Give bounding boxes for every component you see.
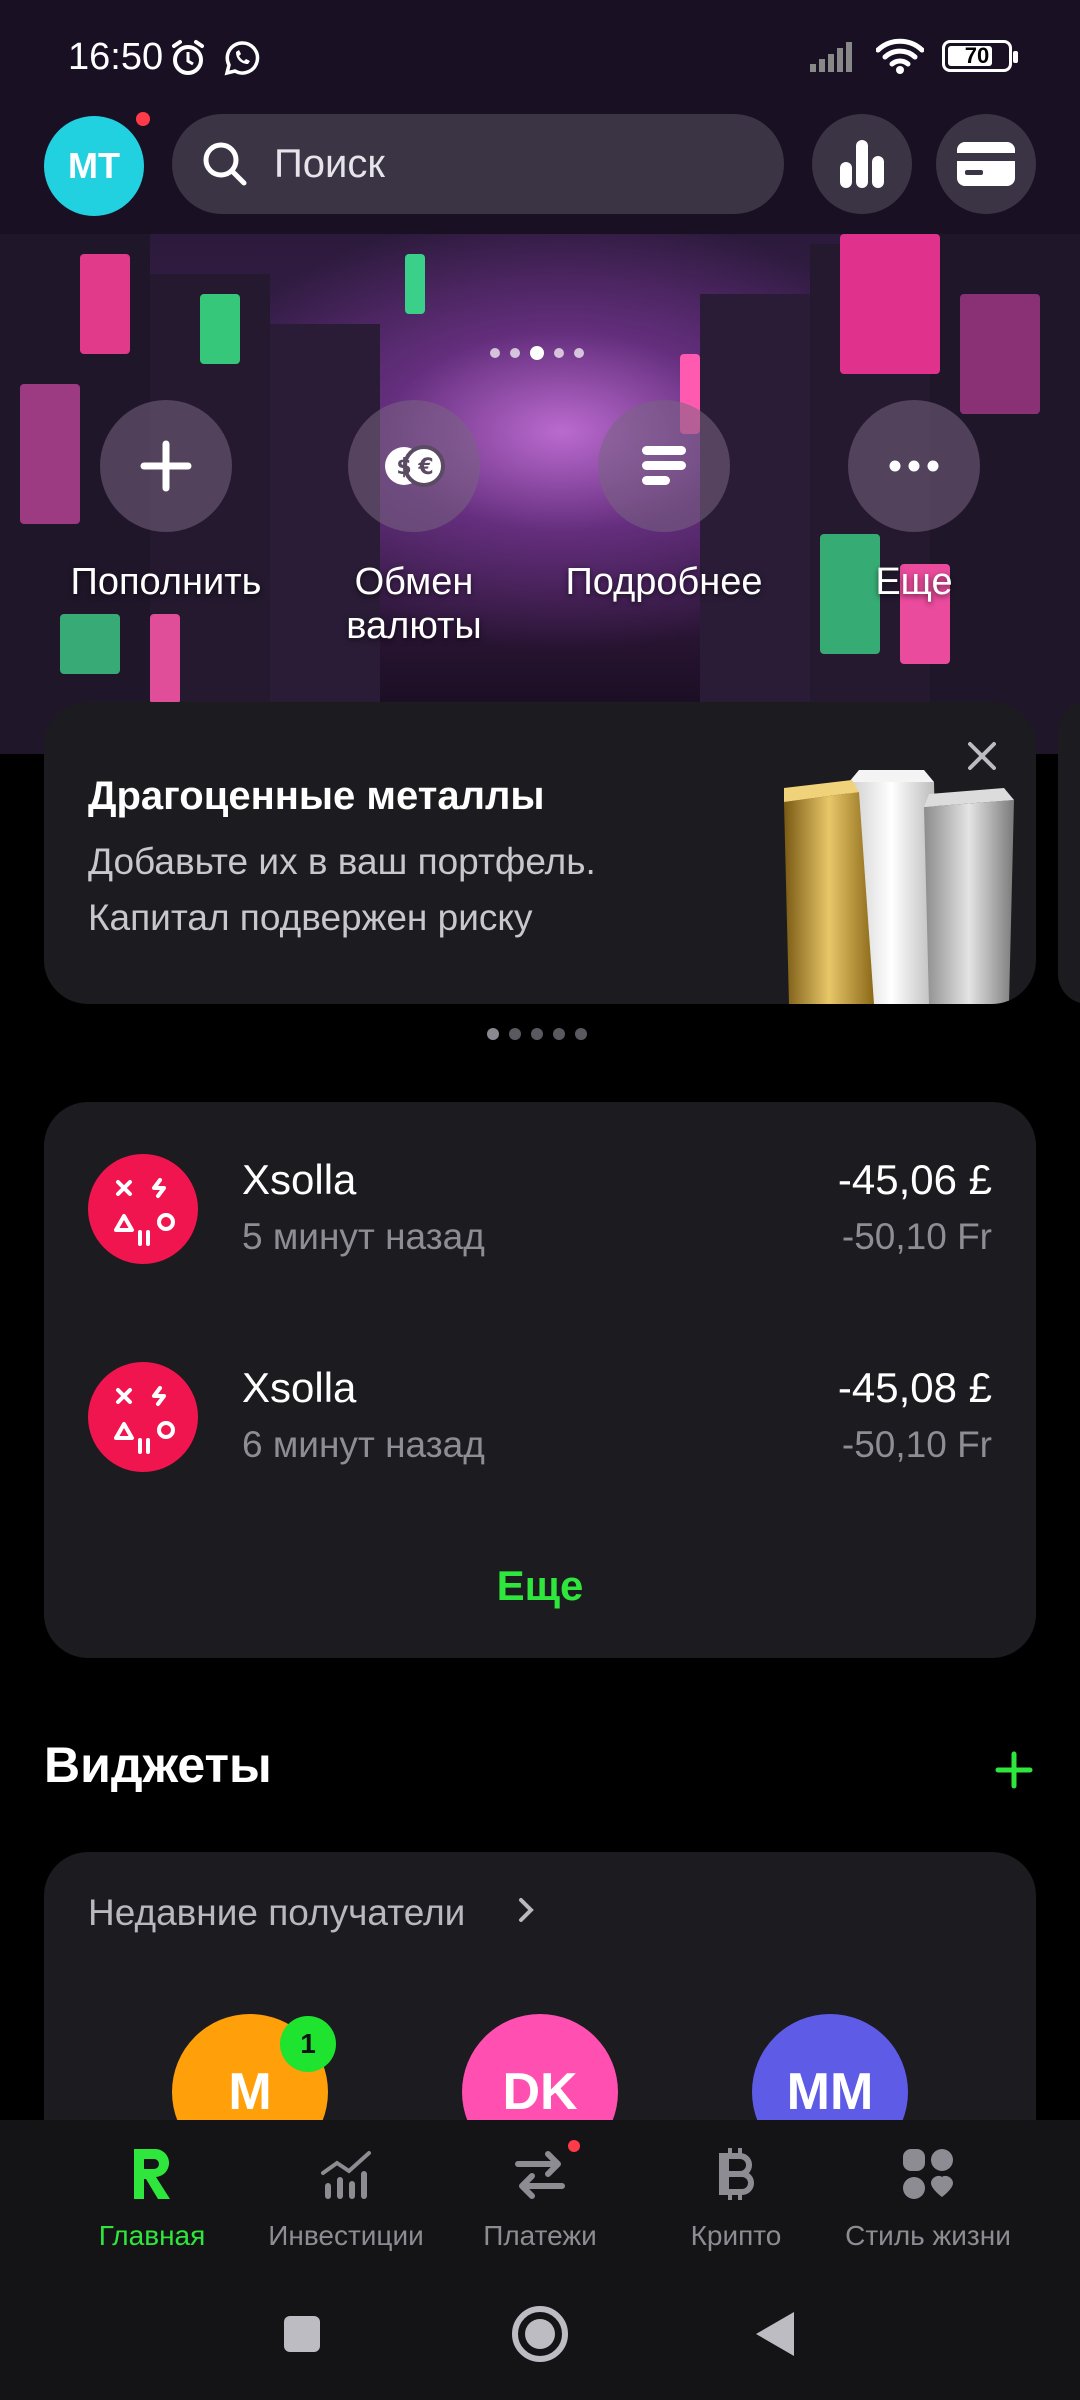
recent-recipients-title[interactable]: Недавние получатели	[88, 1892, 465, 1934]
promo-card[interactable]: Драгоценные металлы Добавьте их в ваш по…	[44, 702, 1036, 1004]
promo-pager	[487, 1028, 587, 1040]
transaction-amount-secondary: -50,10 Fr	[841, 1424, 992, 1465]
more-icon	[889, 460, 939, 472]
more-transactions-button[interactable]: Еще	[44, 1562, 1036, 1610]
transaction-time: 6 минут назад	[242, 1424, 485, 1465]
merchant-logo	[88, 1154, 198, 1264]
xsolla-logo-icon	[114, 1386, 175, 1454]
home-r-icon	[134, 2148, 170, 2199]
svg-text:$: $	[396, 455, 411, 480]
search-input[interactable]: Поиск	[172, 114, 784, 214]
tab-lifestyle[interactable]: Стиль жизни	[828, 2142, 1028, 2252]
transactions-card: Xsolla 5 минут назад -45,06 £ -50,10 Fr …	[44, 1102, 1036, 1658]
payments-notification-dot	[568, 2140, 580, 2152]
action-label: Еще	[875, 561, 953, 603]
promo-text: Добавьте их в ваш портфель. Капитал подв…	[88, 841, 596, 938]
top-up-action[interactable]: Пополнить	[66, 400, 266, 604]
app-header: MT Поиск	[0, 112, 1080, 234]
whatsapp-icon	[224, 41, 260, 76]
next-promo-card[interactable]	[1058, 702, 1080, 1004]
transaction-time: 5 минут назад	[242, 1216, 485, 1257]
more-action[interactable]: Еще	[814, 400, 1014, 604]
avatar[interactable]: MT	[44, 116, 144, 216]
status-time: 16:50	[68, 36, 164, 78]
signal-icon	[810, 42, 852, 72]
bitcoin-icon	[719, 2148, 754, 2200]
svg-text:€: €	[417, 455, 433, 480]
merchant-name: Xsolla	[242, 1156, 357, 1203]
add-widget-button[interactable]	[994, 1750, 1034, 1790]
home-icon[interactable]	[510, 2304, 570, 2364]
tab-crypto[interactable]: Крипто	[636, 2142, 836, 2252]
status-bar: 16:50 70	[0, 0, 1080, 112]
action-label: Обмен валюты	[346, 561, 482, 647]
plus-icon	[140, 440, 192, 492]
precious-metals-image	[784, 770, 1014, 1004]
transfer-arrows-icon	[515, 2151, 565, 2199]
lifestyle-icon	[903, 2149, 953, 2199]
card-icon	[957, 142, 1015, 186]
chevron-right-icon	[519, 1898, 534, 1922]
hero-pager	[490, 346, 584, 360]
transaction-row[interactable]: Xsolla 5 минут назад -45,06 £ -50,10 Fr	[44, 1144, 1036, 1264]
tab-investments[interactable]: Инвестиции	[246, 2142, 446, 2252]
search-icon	[203, 142, 247, 186]
merchant-name: Xsolla	[242, 1364, 357, 1411]
tab-payments[interactable]: Платежи	[440, 2142, 640, 2252]
tab-home[interactable]: Главная	[52, 2142, 252, 2252]
back-icon[interactable]	[754, 2310, 796, 2358]
promo-title: Драгоценные металлы	[88, 774, 545, 818]
bar-chart-icon	[840, 140, 884, 188]
battery-icon: 70	[942, 40, 1018, 72]
hero-banner: Пополнить $ € Обмен валюты Подробнее Еще	[0, 234, 1080, 754]
tab-label: Главная	[98, 2220, 206, 2251]
search-placeholder: Поиск	[274, 141, 385, 186]
details-action[interactable]: Подробнее	[564, 400, 764, 604]
currency-exchange-icon: $ €	[385, 445, 445, 487]
recipient-badge: 1	[280, 2016, 336, 2072]
widgets-title: Виджеты	[44, 1737, 272, 1793]
recents-icon[interactable]	[282, 2314, 322, 2354]
alarm-icon	[172, 40, 204, 75]
action-label: Подробнее	[565, 561, 763, 603]
notification-dot	[136, 112, 150, 126]
tab-label: Платежи	[483, 2220, 597, 2251]
merchant-logo	[88, 1362, 198, 1472]
details-icon	[642, 446, 686, 485]
tab-label: Стиль жизни	[845, 2220, 1011, 2251]
transaction-amount-secondary: -50,10 Fr	[841, 1216, 992, 1257]
tab-label: Крипто	[690, 2220, 782, 2251]
bottom-nav: Главная Инвестиции Платежи Крипто Стиль …	[0, 2120, 1080, 2280]
currency-exchange-action[interactable]: $ € Обмен валюты	[314, 400, 514, 648]
transaction-row[interactable]: Xsolla 6 минут назад -45,08 £ -50,10 Fr	[44, 1352, 1036, 1472]
transaction-amount: -45,06 £	[837, 1156, 992, 1203]
wifi-icon	[876, 38, 924, 74]
xsolla-logo-icon	[114, 1178, 175, 1246]
system-navigation-bar	[0, 2280, 1080, 2400]
action-label: Пополнить	[70, 561, 262, 603]
cards-button[interactable]	[936, 114, 1036, 214]
transaction-amount: -45,08 £	[837, 1364, 992, 1411]
investments-icon	[321, 2151, 371, 2199]
analytics-button[interactable]	[812, 114, 912, 214]
tab-label: Инвестиции	[268, 2220, 424, 2251]
